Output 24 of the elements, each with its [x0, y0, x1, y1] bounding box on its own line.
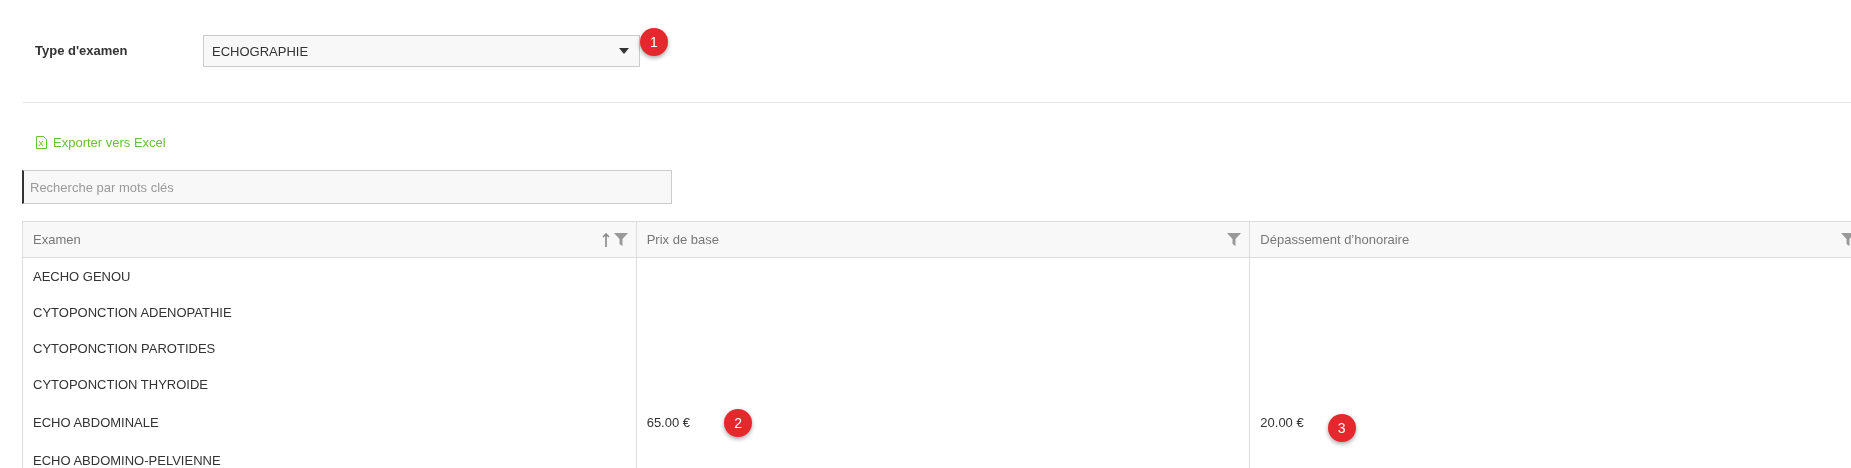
table-cell: CYTOPONCTION PAROTIDES [33, 340, 216, 356]
column-header[interactable]: Examen [22, 221, 637, 258]
excel-file-icon [36, 136, 47, 149]
column-header[interactable]: Prix de base [636, 221, 1250, 258]
table-cell: ECHO ABDOMINALE [33, 414, 159, 430]
table-cell: AECHO GENOU [33, 268, 131, 284]
number-badge: 1 [640, 28, 668, 56]
number-badge: 2 [724, 409, 753, 437]
table-cell: CYTOPONCTION ADENOPATHIE [33, 304, 232, 320]
filter-icon[interactable] [613, 233, 628, 246]
number-badge: 3 [1327, 414, 1356, 442]
table-cell: 65.00 € [646, 414, 691, 430]
column-header[interactable]: Dépassement d’honoraire [1249, 221, 1851, 258]
table-cell: CYTOPONCTION THYROIDE [33, 376, 209, 392]
filter-icon[interactable] [1227, 233, 1242, 246]
table-cell: ECHO ABDOMINO-PELVIENNE [33, 452, 221, 468]
caret-icon [619, 48, 629, 54]
search-field[interactable]: Recherche par mots clés [22, 170, 672, 204]
filter-icon[interactable] [1841, 233, 1851, 246]
exam-type-dropdown[interactable]: ECHOGRAPHIE [203, 35, 640, 67]
sort-up-icon[interactable] [601, 232, 610, 247]
field-label: Type d'examen [35, 42, 129, 58]
export-excel-link[interactable]: Exporter vers Excel [36, 135, 166, 150]
table-cell: 20.00 € [1260, 414, 1304, 430]
